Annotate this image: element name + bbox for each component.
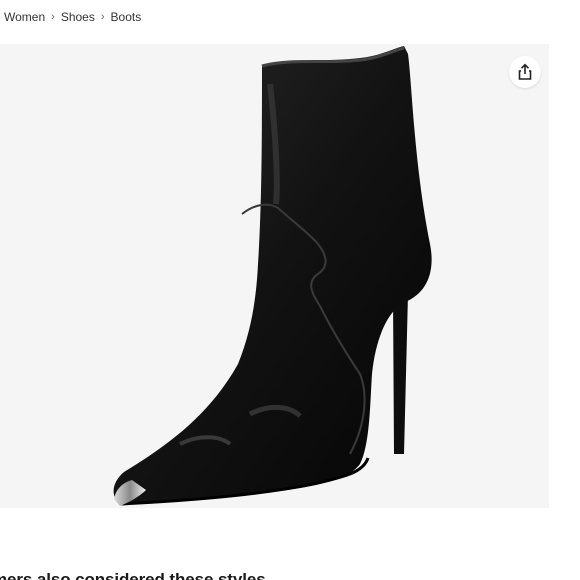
breadcrumb-shoes[interactable]: Shoes	[61, 10, 95, 24]
breadcrumb-separator: ›	[51, 11, 55, 23]
share-icon	[518, 63, 532, 80]
share-button[interactable]	[509, 56, 541, 88]
breadcrumb-separator: ›	[100, 11, 105, 23]
product-image-boot	[113, 46, 432, 506]
product-image-panel[interactable]	[0, 44, 549, 508]
divider	[0, 508, 580, 548]
breadcrumb: Women › Shoes › Boots	[4, 9, 141, 25]
recommendations-section: mers also considered these styles	[0, 560, 580, 580]
breadcrumb-women[interactable]: Women	[4, 10, 45, 24]
recommendations-heading: mers also considered these styles	[0, 570, 266, 580]
breadcrumb-boots[interactable]: Boots	[111, 10, 142, 24]
